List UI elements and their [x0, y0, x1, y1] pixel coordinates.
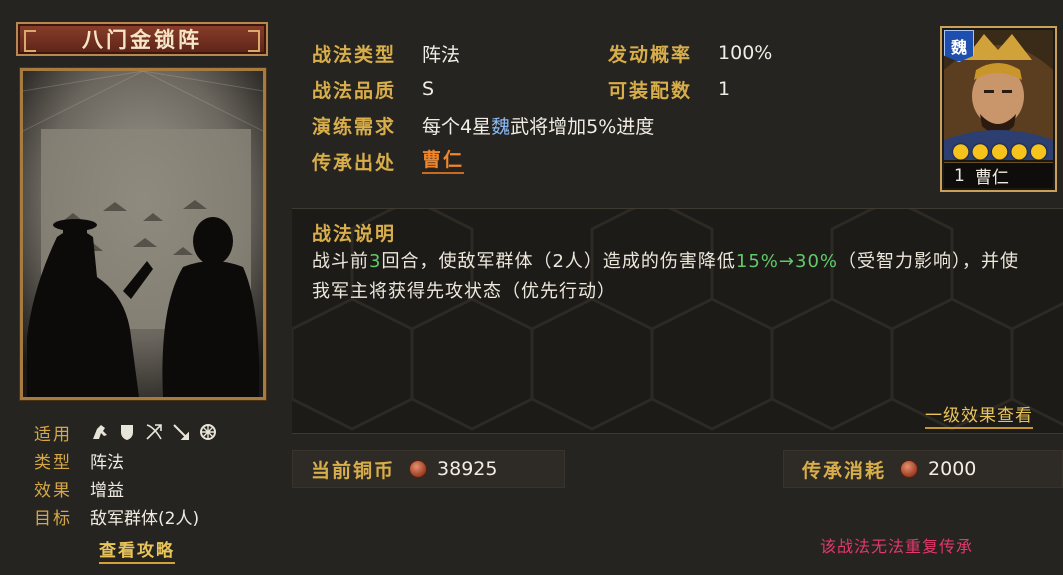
kingdom-badge: 魏: [944, 30, 974, 62]
level-one-effects-link[interactable]: 一级效果查看: [925, 405, 1033, 429]
training-requirement-row: 演练需求 每个4星魏武将增加5%进度: [312, 110, 654, 140]
type-row: 类型 阵法: [34, 446, 274, 474]
equip-count-row: 可装配数 1: [608, 74, 730, 104]
star-icon: ●: [1029, 138, 1048, 162]
bow-icon: [144, 423, 163, 442]
skill-illustration: [20, 68, 266, 400]
trigger-rate-row: 发动概率 100%: [608, 38, 772, 68]
target-label: 目标: [34, 508, 72, 529]
skill-type-row: 战法类型 阵法: [312, 38, 460, 68]
inherit-cost-box: 传承消耗 2000: [783, 450, 1063, 488]
hero-level: 1: [954, 165, 965, 186]
training-requirement-label: 演练需求: [312, 115, 397, 138]
skill-info: 战法类型 阵法 发动概率 100% 战法品质 S 可装配数 1 演练需求 每个4…: [292, 24, 932, 204]
current-copper-label: 当前铜币: [311, 459, 396, 482]
description-title: 战法说明: [312, 223, 397, 245]
star-icon: ●: [990, 138, 1009, 162]
spear-icon: [171, 423, 190, 442]
origin-label: 传承出处: [312, 151, 397, 174]
description-text: 战斗前3回合，使敌军群体（2人）造成的伤害降低15%→30%（受智力影响），并使…: [312, 251, 1020, 302]
view-guide-link[interactable]: 查看攻略: [99, 540, 175, 564]
cannot-inherit-warning: 该战法无法重复传承: [820, 537, 974, 556]
inherit-cost-value: 2000: [928, 458, 977, 480]
star-icon: ●: [971, 138, 989, 162]
hero-footer: 1 曹仁: [944, 162, 1053, 188]
reduction-highlight: 15%→30%: [735, 251, 839, 272]
copper-coin-icon: [900, 460, 919, 478]
quality-row: 战法品质 S: [312, 74, 434, 104]
equip-count-label: 可装配数: [608, 79, 693, 102]
quality-value: S: [422, 78, 435, 100]
effect-label: 效果: [34, 480, 72, 501]
trigger-rate-value: 100%: [718, 42, 773, 64]
effect-value: 增益: [90, 480, 124, 501]
hero-card[interactable]: 魏 ● ● ● ● ● 1 曹仁: [940, 26, 1057, 192]
skill-type-label: 战法类型: [312, 43, 397, 66]
rounds-highlight: 3: [369, 251, 382, 272]
star-icon: ●: [952, 138, 970, 162]
equip-count-value: 1: [718, 78, 731, 100]
applicable-label: 适用: [34, 424, 72, 445]
quality-label: 战法品质: [312, 79, 397, 102]
kingdom-wei-text: 魏: [491, 115, 511, 138]
skill-description-panel: 战法说明 战斗前3回合，使敌军群体（2人）造成的伤害降低15%→30%（受智力影…: [292, 208, 1063, 434]
copper-coin-icon: [409, 460, 428, 478]
hero-name: 曹仁: [974, 168, 1009, 188]
shield-icon: [117, 423, 136, 442]
inherit-cost-label: 传承消耗: [802, 459, 887, 482]
target-value: 敌军群体(2人): [90, 508, 200, 529]
skill-meta: 适用 类型 阵法 效果 增益 目标 敌军群体(2人): [34, 418, 274, 530]
effect-row: 效果 增益: [34, 474, 274, 502]
siege-icon: [198, 423, 217, 442]
star-icon: ●: [1010, 138, 1028, 162]
skill-type-value: 阵法: [422, 43, 461, 66]
origin-row: 传承出处 曹仁: [312, 146, 465, 176]
type-label: 类型: [34, 452, 72, 473]
current-copper-value: 38925: [437, 458, 498, 480]
origin-hero-link[interactable]: 曹仁: [422, 148, 465, 174]
target-row: 目标 敌军群体(2人): [34, 502, 274, 530]
type-value: 阵法: [90, 452, 124, 473]
hero-stars: ● ● ● ● ●: [952, 140, 1047, 160]
skill-title-banner: 八门金锁阵: [16, 22, 268, 56]
current-copper-box: 当前铜币 38925: [292, 450, 565, 488]
training-requirement-value: 每个4星魏武将增加5%进度: [422, 115, 655, 138]
trigger-rate-label: 发动概率: [608, 43, 693, 66]
cavalry-icon: [90, 423, 109, 442]
skill-name: 八门金锁阵: [82, 28, 202, 52]
applicable-row: 适用: [34, 418, 274, 446]
